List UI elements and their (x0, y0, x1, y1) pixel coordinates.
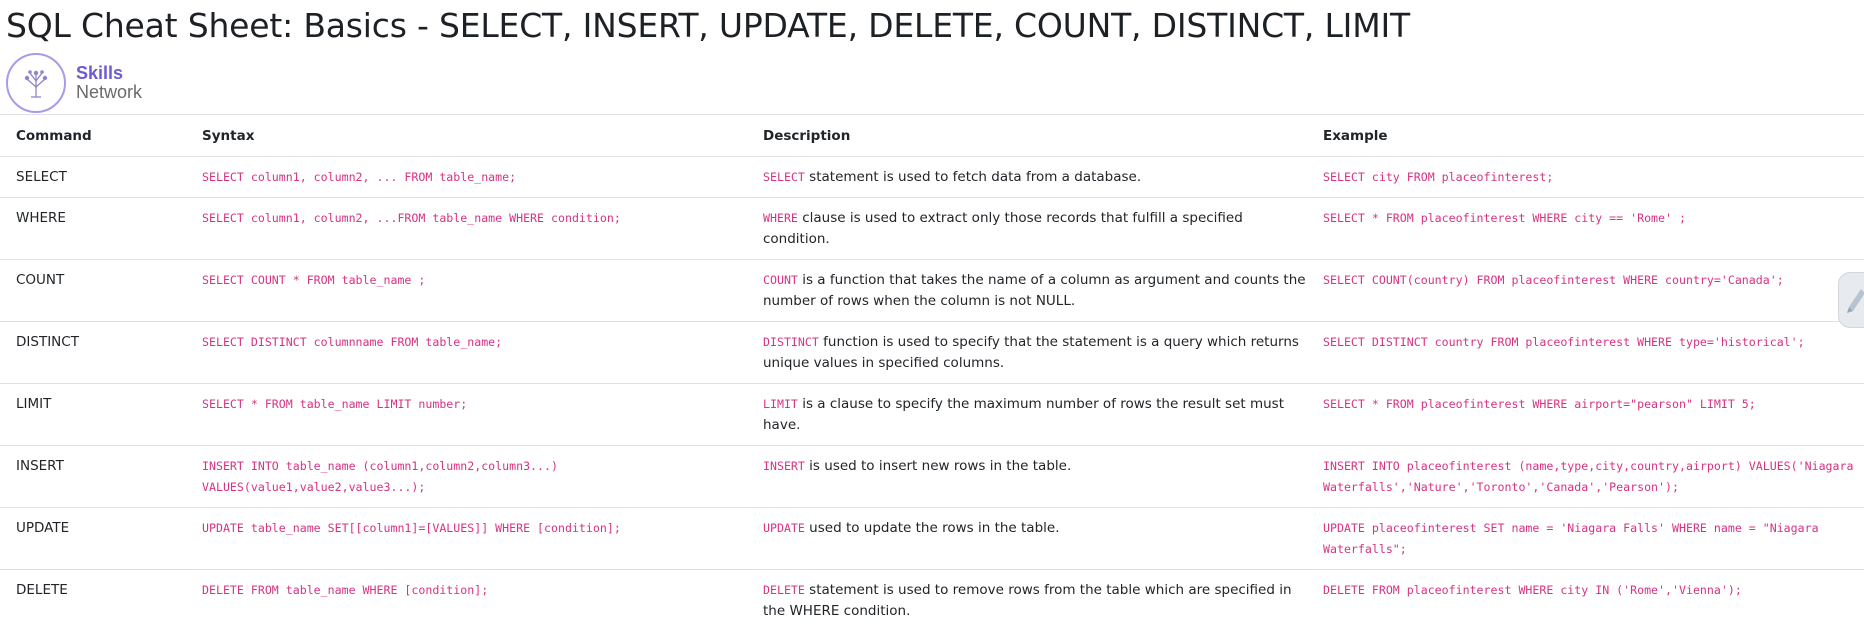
header-example: Example (1307, 115, 1864, 157)
syntax-cell: SELECT column1, column2, ...FROM table_n… (186, 198, 747, 260)
syntax-code: SELECT DISTINCT columnname FROM table_na… (202, 335, 502, 349)
description-keyword: INSERT (763, 459, 805, 473)
description-text: statement is used to remove rows from th… (763, 582, 1292, 619)
description-keyword: COUNT (763, 273, 798, 287)
syntax-code: DELETE FROM table_name WHERE [condition]… (202, 583, 488, 597)
syntax-code: SELECT * FROM table_name LIMIT number; (202, 397, 467, 411)
logo-line-2: Network (76, 83, 142, 102)
command-cell: COUNT (0, 260, 186, 322)
example-code: SELECT city FROM placeofinterest; (1323, 170, 1553, 184)
description-keyword: DISTINCT (763, 335, 819, 349)
description-keyword: SELECT (763, 170, 805, 184)
syntax-code: SELECT column1, column2, ...FROM table_n… (202, 211, 621, 225)
logo-line-1: Skills (76, 64, 142, 83)
description-cell: UPDATE used to update the rows in the ta… (747, 508, 1307, 570)
example-cell: SELECT * FROM placeofinterest WHERE city… (1307, 198, 1864, 260)
command-cell: DISTINCT (0, 322, 186, 384)
syntax-cell: SELECT COUNT * FROM table_name ; (186, 260, 747, 322)
description-text: clause is used to extract only those rec… (763, 210, 1243, 247)
description-text: is a function that takes the name of a c… (763, 272, 1306, 309)
description-cell: SELECT statement is used to fetch data f… (747, 157, 1307, 198)
example-cell: SELECT COUNT(country) FROM placeofintere… (1307, 260, 1864, 322)
table-row: SELECT SELECT column1, column2, ... FROM… (0, 157, 1864, 198)
description-cell: LIMIT is a clause to specify the maximum… (747, 384, 1307, 446)
syntax-code: INSERT INTO table_name (column1,column2,… (202, 459, 558, 494)
skills-network-logo: Skills Network (6, 51, 142, 115)
example-cell: SELECT DISTINCT country FROM placeofinte… (1307, 322, 1864, 384)
table-row: WHERE SELECT column1, column2, ...FROM t… (0, 198, 1864, 260)
header-syntax: Syntax (186, 115, 747, 157)
syntax-code: SELECT COUNT * FROM table_name ; (202, 273, 425, 287)
description-cell: DISTINCT function is used to specify tha… (747, 322, 1307, 384)
command-cell: SELECT (0, 157, 186, 198)
syntax-cell: SELECT DISTINCT columnname FROM table_na… (186, 322, 747, 384)
syntax-code: UPDATE table_name SET[[column1]=[VALUES]… (202, 521, 621, 535)
description-text: statement is used to fetch data from a d… (805, 169, 1141, 185)
description-text: is used to insert new rows in the table. (805, 458, 1071, 474)
example-cell: UPDATE placeofinterest SET name = 'Niaga… (1307, 508, 1864, 570)
table-row: INSERT INSERT INTO table_name (column1,c… (0, 446, 1864, 508)
example-code: SELECT * FROM placeofinterest WHERE airp… (1323, 397, 1756, 411)
example-cell: SELECT city FROM placeofinterest; (1307, 157, 1864, 198)
feedback-icon (1845, 281, 1864, 319)
table-row: DISTINCT SELECT DISTINCT columnname FROM… (0, 322, 1864, 384)
example-code: SELECT COUNT(country) FROM placeofintere… (1323, 273, 1784, 287)
header-description: Description (747, 115, 1307, 157)
skills-network-tree-icon (6, 53, 66, 113)
cheat-sheet-table: Command Syntax Description Example SELEC… (0, 114, 1864, 631)
command-cell: WHERE (0, 198, 186, 260)
syntax-cell: DELETE FROM table_name WHERE [condition]… (186, 570, 747, 631)
example-cell: INSERT INTO placeofinterest (name,type,c… (1307, 446, 1864, 508)
header-command: Command (0, 115, 186, 157)
syntax-cell: SELECT * FROM table_name LIMIT number; (186, 384, 747, 446)
table-row: UPDATE UPDATE table_name SET[[column1]=[… (0, 508, 1864, 570)
example-code: SELECT * FROM placeofinterest WHERE city… (1323, 211, 1686, 225)
page-title: SQL Cheat Sheet: Basics - SELECT, INSERT… (6, 6, 1410, 45)
description-cell: INSERT is used to insert new rows in the… (747, 446, 1307, 508)
command-cell: INSERT (0, 446, 186, 508)
example-code: SELECT DISTINCT country FROM placeofinte… (1323, 335, 1805, 349)
table-row: DELETE DELETE FROM table_name WHERE [con… (0, 570, 1864, 631)
description-cell: WHERE clause is used to extract only tho… (747, 198, 1307, 260)
syntax-cell: INSERT INTO table_name (column1,column2,… (186, 446, 747, 508)
command-cell: LIMIT (0, 384, 186, 446)
syntax-code: SELECT column1, column2, ... FROM table_… (202, 170, 516, 184)
table-row: COUNT SELECT COUNT * FROM table_name ; C… (0, 260, 1864, 322)
description-keyword: DELETE (763, 583, 805, 597)
table-header-row: Command Syntax Description Example (0, 115, 1864, 157)
example-code: DELETE FROM placeofinterest WHERE city I… (1323, 583, 1742, 597)
feedback-widget-button[interactable] (1838, 272, 1864, 328)
command-cell: UPDATE (0, 508, 186, 570)
example-code: UPDATE placeofinterest SET name = 'Niaga… (1323, 521, 1819, 556)
description-text: used to update the rows in the table. (805, 520, 1060, 536)
description-keyword: LIMIT (763, 397, 798, 411)
command-cell: DELETE (0, 570, 186, 631)
description-cell: DELETE statement is used to remove rows … (747, 570, 1307, 631)
syntax-cell: UPDATE table_name SET[[column1]=[VALUES]… (186, 508, 747, 570)
description-text: is a clause to specify the maximum numbe… (763, 396, 1284, 433)
table-row: LIMIT SELECT * FROM table_name LIMIT num… (0, 384, 1864, 446)
description-cell: COUNT is a function that takes the name … (747, 260, 1307, 322)
example-cell: DELETE FROM placeofinterest WHERE city I… (1307, 570, 1864, 631)
syntax-cell: SELECT column1, column2, ... FROM table_… (186, 157, 747, 198)
description-keyword: WHERE (763, 211, 798, 225)
example-cell: SELECT * FROM placeofinterest WHERE airp… (1307, 384, 1864, 446)
description-text: function is used to specify that the sta… (763, 334, 1299, 371)
description-keyword: UPDATE (763, 521, 805, 535)
example-code: INSERT INTO placeofinterest (name,type,c… (1323, 459, 1853, 494)
